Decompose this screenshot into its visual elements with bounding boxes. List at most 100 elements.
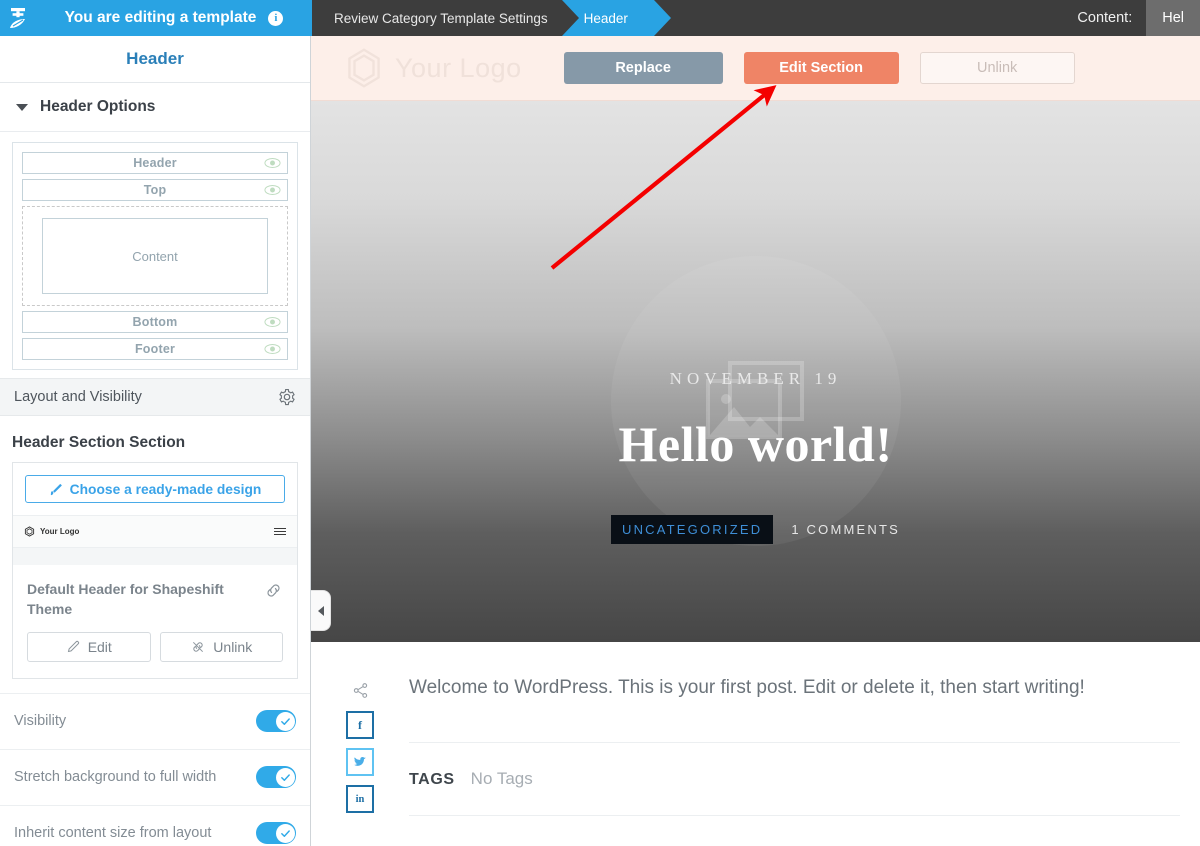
toggle-label: Visibility bbox=[14, 713, 67, 730]
brizy-logo-icon[interactable] bbox=[0, 0, 36, 36]
layout-tree-label: Bottom bbox=[132, 315, 178, 329]
twitter-icon[interactable] bbox=[346, 748, 374, 776]
hexagon-logo-icon bbox=[348, 48, 380, 88]
choose-ready-made-design-button[interactable]: Choose a ready-made design bbox=[25, 475, 285, 503]
post-main: Welcome to WordPress. This is your first… bbox=[409, 674, 1200, 846]
eye-icon[interactable] bbox=[264, 157, 281, 169]
category-badge[interactable]: UNCATEGORIZED bbox=[611, 515, 774, 544]
layout-tree-label: Content bbox=[132, 248, 178, 264]
layout-tree-label: Header bbox=[133, 156, 177, 170]
preview-unlink-button[interactable]: Unlink bbox=[919, 52, 1075, 84]
content-label: Content: bbox=[1077, 10, 1133, 26]
facebook-icon[interactable]: f bbox=[346, 711, 374, 739]
toggle-knob bbox=[275, 711, 295, 731]
toggle-row-inherit-content-size: Inherit content size from layout bbox=[0, 804, 310, 846]
post-meta: UNCATEGORIZED 1 COMMENTS bbox=[311, 515, 1200, 544]
comments-count[interactable]: 1 COMMENTS bbox=[791, 522, 900, 537]
layout-and-visibility-label: Layout and Visibility bbox=[14, 389, 142, 405]
header-options-accordion[interactable]: Header Options bbox=[0, 83, 310, 132]
template-mini-strip bbox=[13, 547, 297, 565]
preview-logo-text: Your Logo bbox=[395, 52, 522, 83]
edit-button-label: Edit bbox=[87, 638, 112, 655]
layout-tree-row-bottom[interactable]: Bottom bbox=[22, 311, 288, 333]
hexagon-logo-icon bbox=[24, 526, 35, 537]
gear-icon[interactable] bbox=[278, 388, 296, 406]
caret-down-icon bbox=[16, 103, 28, 111]
unlink-button-label: Unlink bbox=[213, 638, 253, 655]
breadcrumb: Review Category Template Settings Header… bbox=[312, 0, 1200, 36]
brush-icon bbox=[50, 483, 62, 495]
stretch-background-toggle[interactable] bbox=[256, 766, 296, 789]
toggle-row-visibility: Visibility bbox=[0, 692, 310, 749]
hamburger-icon[interactable] bbox=[274, 527, 286, 536]
linkedin-icon[interactable]: in bbox=[346, 785, 374, 813]
link-icon[interactable] bbox=[264, 581, 283, 600]
editing-template-banner: You are editing a template i bbox=[36, 0, 312, 36]
hero-section: NOVEMBER 19 Hello world! UNCATEGORIZED 1… bbox=[311, 101, 1200, 642]
template-name: Default Header for Shapeshift Theme bbox=[27, 581, 224, 618]
top-bar: You are editing a template i Review Cate… bbox=[0, 0, 1200, 36]
header-section-box: Choose a ready-made design Your Logo Def… bbox=[12, 462, 298, 679]
check-icon bbox=[280, 717, 290, 725]
eye-icon[interactable] bbox=[264, 343, 281, 355]
edit-button[interactable]: Edit bbox=[27, 631, 151, 662]
preview-pane: Your Logo Replace Edit Section Unlink NO… bbox=[311, 36, 1200, 846]
layout-tree: Header Top Content Bottom Footer bbox=[12, 142, 298, 370]
section-toolbar-buttons: Replace Edit Section Unlink bbox=[563, 52, 1075, 84]
post-date: NOVEMBER 19 bbox=[669, 369, 842, 388]
choose-ready-made-design-label: Choose a ready-made design bbox=[69, 481, 262, 497]
info-icon[interactable]: i bbox=[268, 10, 284, 26]
eye-icon[interactable] bbox=[264, 316, 281, 328]
toggle-knob bbox=[275, 823, 295, 843]
toggle-label: Inherit content size from layout bbox=[14, 825, 212, 842]
layout-and-visibility-row[interactable]: Layout and Visibility bbox=[0, 378, 310, 416]
toggle-row-stretch-background: Stretch background to full width bbox=[0, 748, 310, 805]
post-divider-bottom bbox=[409, 814, 1180, 816]
tags-row: TAGS No Tags bbox=[409, 743, 1180, 815]
post-body: f in Welcome to WordPress. This is your … bbox=[311, 642, 1200, 846]
layout-tree-content-wrapper: Content bbox=[22, 206, 288, 306]
post-excerpt: Welcome to WordPress. This is your first… bbox=[409, 677, 1085, 698]
layout-tree-row-content[interactable]: Content bbox=[42, 218, 268, 294]
breadcrumb-item-template-settings[interactable]: Review Category Template Settings bbox=[312, 0, 562, 36]
pencil-icon bbox=[67, 640, 79, 653]
layout-tree-row-header[interactable]: Header bbox=[22, 152, 288, 174]
social-share-column: f in bbox=[311, 674, 409, 846]
share-icon[interactable] bbox=[348, 678, 372, 702]
layout-tree-row-top[interactable]: Top bbox=[22, 179, 288, 201]
chevron-left-icon bbox=[317, 605, 324, 616]
unlink-button[interactable]: Unlink bbox=[159, 631, 283, 662]
toggle-label: Stretch background to full width bbox=[14, 769, 217, 786]
sidebar-collapse-handle[interactable] bbox=[311, 590, 331, 631]
edit-section-button[interactable]: Edit Section bbox=[743, 52, 899, 84]
section-toolbar: Your Logo Replace Edit Section Unlink bbox=[311, 36, 1200, 101]
sidebar: Header Header Options Header Top Content… bbox=[0, 36, 311, 846]
inherit-content-size-toggle[interactable] bbox=[256, 822, 296, 845]
template-name-row: Default Header for Shapeshift Theme bbox=[13, 565, 297, 620]
header-section-title: Header Section Section bbox=[12, 434, 186, 451]
breadcrumb-item-header[interactable]: Header bbox=[561, 0, 672, 36]
hero-text-block: NOVEMBER 19 Hello world! UNCATEGORIZED 1… bbox=[311, 369, 1200, 544]
tags-label: TAGS bbox=[409, 770, 455, 788]
toggle-knob bbox=[275, 767, 295, 787]
post-title: Hello world! bbox=[618, 416, 893, 472]
template-mini-preview: Your Logo bbox=[13, 515, 297, 547]
mini-logo-text: Your Logo bbox=[40, 527, 80, 536]
header-options-label: Header Options bbox=[40, 98, 156, 115]
layout-tree-row-footer[interactable]: Footer bbox=[22, 338, 288, 360]
help-button[interactable]: Hel bbox=[1146, 0, 1200, 36]
editing-template-label: You are editing a template bbox=[64, 9, 257, 26]
eye-icon[interactable] bbox=[264, 184, 281, 196]
check-icon bbox=[280, 773, 290, 781]
broken-link-icon bbox=[193, 641, 204, 652]
breadcrumb-label: Header bbox=[583, 10, 628, 26]
visibility-toggle[interactable] bbox=[256, 710, 296, 733]
tags-value: No Tags bbox=[470, 768, 533, 788]
replace-button[interactable]: Replace bbox=[563, 52, 723, 84]
preview-logo: Your Logo bbox=[345, 47, 522, 89]
mini-logo: Your Logo bbox=[24, 526, 79, 537]
check-icon bbox=[280, 829, 290, 837]
layout-tree-label: Top bbox=[143, 183, 167, 197]
layout-tree-label: Footer bbox=[134, 342, 176, 356]
page-title: Header bbox=[0, 36, 310, 83]
